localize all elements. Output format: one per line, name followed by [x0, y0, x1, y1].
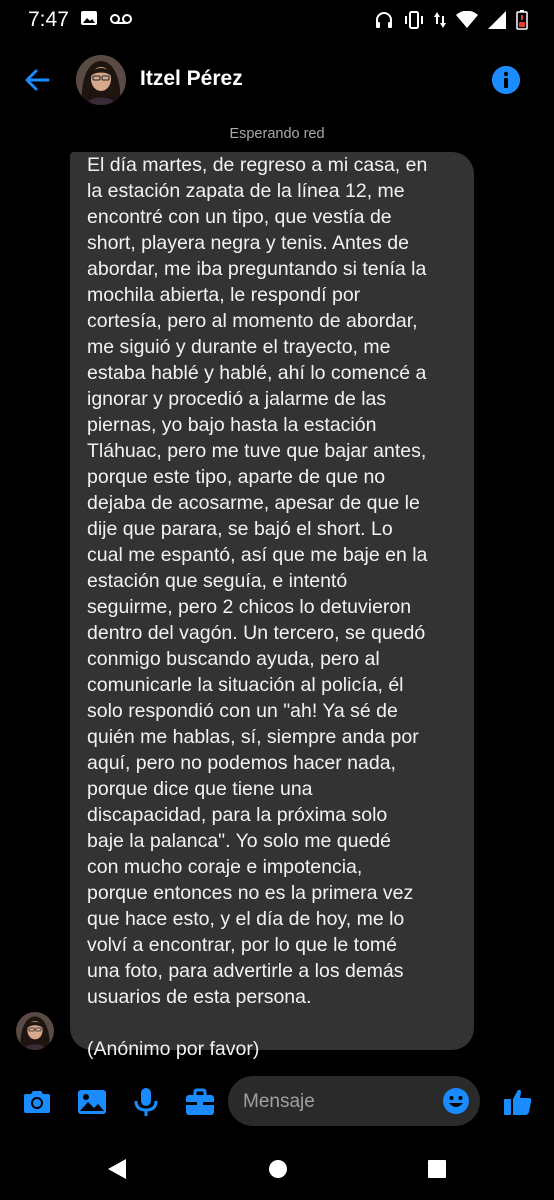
network-status: Esperando red	[229, 126, 325, 142]
nav-recents-icon[interactable]	[426, 1157, 448, 1186]
emoji-icon[interactable]	[442, 1087, 470, 1115]
status-system-icons	[374, 10, 528, 35]
message-input[interactable]: Mensaje	[228, 1076, 480, 1126]
thumbs-up-icon[interactable]	[502, 1086, 534, 1118]
message-input-placeholder: Mensaje	[243, 1091, 315, 1112]
status-notification-icons	[80, 10, 132, 31]
gallery-icon[interactable]	[76, 1086, 108, 1118]
battery-icon	[516, 10, 528, 35]
briefcase-icon[interactable]	[184, 1086, 216, 1118]
message-text: El día martes, de regreso a mi casa, en …	[87, 154, 428, 1060]
microphone-icon[interactable]	[130, 1086, 162, 1118]
image-icon	[80, 10, 98, 31]
message-bubble[interactable]: El día martes, de regreso a mi casa, en …	[70, 152, 474, 1060]
message-composer: Mensaje	[0, 1074, 554, 1128]
sender-avatar[interactable]	[16, 1012, 54, 1050]
system-nav-bar	[0, 1140, 554, 1200]
headphones-icon	[374, 10, 394, 35]
status-time: 7:47	[28, 8, 69, 31]
nav-home-icon[interactable]	[267, 1157, 289, 1186]
info-icon[interactable]	[492, 66, 520, 94]
voicemail-icon	[110, 12, 132, 30]
contact-name[interactable]: Itzel Pérez	[140, 67, 243, 91]
conversation-header: Itzel Pérez	[0, 42, 554, 118]
contact-avatar[interactable]	[76, 55, 126, 105]
signal-icon	[488, 11, 506, 34]
camera-icon[interactable]	[21, 1086, 53, 1118]
nav-back-icon[interactable]	[106, 1157, 128, 1186]
data-arrows-icon	[434, 10, 446, 35]
back-arrow-icon[interactable]	[22, 64, 54, 96]
wifi-icon	[456, 10, 478, 34]
vibrate-icon	[404, 10, 424, 35]
status-bar: 7:47	[0, 0, 554, 42]
